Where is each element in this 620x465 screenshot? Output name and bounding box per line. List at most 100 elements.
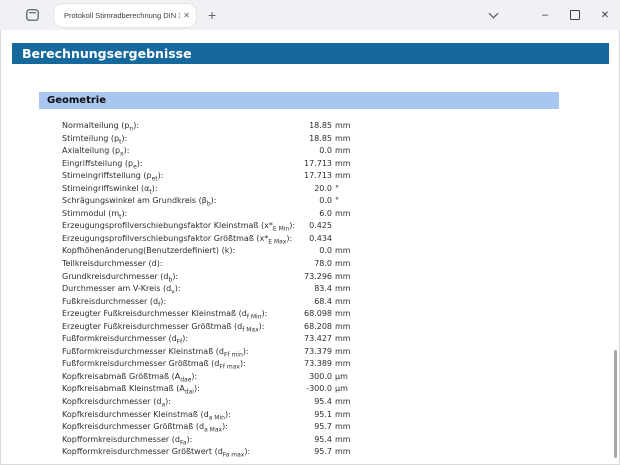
row-label: Erzeugter Fußkreisdurchmesser Größtmaß (… [62,321,302,334]
row-label-pre: Kopfkreisdurchmesser Größtmaß (d [62,422,204,431]
row-label-sub: E Min [273,226,289,233]
row-value: -300.0 [302,383,332,396]
result-row: Eingriffsteilung (pe): 17.713 mm [62,158,619,171]
row-unit: mm [332,158,351,171]
row-label: Fußformkreisdurchmesser (dFf): [62,333,302,346]
section-header-geometrie: Geometrie [39,92,559,109]
row-unit: ° [332,195,339,208]
result-row: Kopfformkreisdurchmesser (dFa): 95.4 mm [62,434,619,447]
vertical-scrollbar[interactable] [614,350,617,458]
row-label-pre: Teilkreisdurchmesser (d): [62,259,163,268]
result-row: Erzeugter Fußkreisdurchmesser Größtmaß (… [62,321,619,334]
row-label: Normalteilung (pn): [62,120,302,133]
row-unit: mm [332,133,351,146]
row-label: Kopfhöhenänderung(Benutzerdefiniert) (k)… [62,245,302,258]
row-label-sub: Ff min [224,351,243,358]
row-label-pre: Fußformkreisdurchmesser Kleinstmaß (d [62,347,224,356]
tab-actions-menu-button[interactable] [22,5,42,25]
new-tab-button[interactable]: + [208,8,216,22]
row-value: 95.1 [302,409,332,422]
row-label-sub: a Max [204,427,222,434]
row-label: Erzeugungsprofilverschiebungsfaktor Größ… [62,233,302,246]
row-value: 0.425 [302,220,332,233]
row-unit: mm [332,120,351,133]
row-label-post: ): [172,272,178,281]
row-label: Kopfformkreisdurchmesser (dFa): [62,434,302,447]
row-value: 83.4 [302,283,332,296]
row-label: Stirnteilung (pt): [62,133,302,146]
row-label-pre: Erzeugungsprofilverschiebungsfaktor Klei… [62,221,273,230]
row-label-sub: dae [180,377,191,384]
row-label-pre: Normalteilung (p [62,121,129,130]
row-label: Stirnmodul (mt): [62,208,302,221]
row-value: 95.4 [302,396,332,409]
row-label: Fußkreisdurchmesser (df): [62,296,302,309]
row-unit: mm [332,145,351,158]
maximize-button[interactable] [560,0,590,30]
result-row: Stirnmodul (mt): 6.0 mm [62,208,619,221]
row-label-sub: Fa [180,439,187,446]
row-value: 0.434 [302,233,332,246]
window-menu-button[interactable] [478,0,508,30]
row-unit: µm [332,371,348,384]
row-label-pre: Fußkreisdurchmesser (d [62,297,158,306]
row-label-pre: Fußformkreisdurchmesser Größtmaß (d [62,359,219,368]
tab-actions-icon [26,9,39,21]
row-value: 300.0 [302,371,332,384]
tab-close-icon[interactable]: ✕ [183,11,190,20]
row-label-sub: a Min [209,414,225,421]
row-label-pre: Kopfkreisdurchmesser (d [62,397,161,406]
row-label: Erzeugter Fußkreisdurchmesser Kleinstmaß… [62,308,302,321]
result-row: Fußformkreisdurchmesser Kleinstmaß (dFf … [62,346,619,359]
row-unit: mm [332,421,351,434]
minimize-button[interactable]: – [530,0,560,30]
close-window-button[interactable]: ✕ [590,0,620,30]
row-label-post: ): [160,297,166,306]
row-unit: mm [332,434,351,447]
row-label-sub: f Max [242,326,258,333]
result-row: Durchmesser am V-Kreis (dv): 83.4 mm [62,283,619,296]
result-row: Axialteilung (px): 0.0 mm [62,145,619,158]
result-row: Kopfkreisdurchmesser (da): 95.4 mm [62,396,619,409]
row-label-sub: Fa max [223,452,245,459]
row-value: 95.4 [302,434,332,447]
row-unit: mm [332,308,351,321]
row-label-pre: Stirneingriffsteilung (p [62,171,152,180]
row-label-post: ): [182,334,188,343]
row-label-pre: Kopfkreisdurchmesser Kleinstmaß (d [62,410,209,419]
row-value: 17.713 [302,170,332,183]
row-unit: mm [332,271,351,284]
row-label-pre: Erzeugter Fußkreisdurchmesser Größtmaß (… [62,322,242,331]
row-label-post: ): [152,184,158,193]
row-label-pre: Kopfkreisabmaß Kleinstmaß (A [62,384,185,393]
browser-tab[interactable]: Protokoll Stirnradberechnung DIN 3 ✕ [54,4,196,27]
result-row: Kopfkreisdurchmesser Kleinstmaß (da Min)… [62,409,619,422]
row-label: Grundkreisdurchmesser (db): [62,271,302,284]
row-value: 68.4 [302,296,332,309]
row-unit: mm [332,333,351,346]
row-label: Fußformkreisdurchmesser Kleinstmaß (dFf … [62,346,302,359]
row-label-pre: Kopfkreisabmaß Größtmaß (A [62,372,180,381]
row-label-post: ): [133,121,139,130]
row-unit: mm [332,245,351,258]
row-value: 68.098 [302,308,332,321]
result-row: Kopfkreisdurchmesser Größtmaß (da Max): … [62,421,619,434]
row-value: 68.208 [302,321,332,334]
row-unit: mm [332,346,351,359]
row-label-post: ): [222,422,228,431]
row-unit: µm [332,383,348,396]
row-value: 20.0 [302,183,332,196]
row-label-pre: Erzeugter Fußkreisdurchmesser Kleinstmaß… [62,309,247,318]
row-label-pre: Kopfformkreisdurchmesser (d [62,435,180,444]
row-unit: mm [332,170,351,183]
row-value: 73.379 [302,346,332,359]
row-unit: mm [332,409,351,422]
row-value: 95.7 [302,446,332,459]
row-label-sub: E Max [268,239,286,246]
row-label-post: ): [262,309,268,318]
row-label-pre: Fußformkreisdurchmesser (d [62,334,177,343]
chevron-down-icon [488,9,498,19]
row-label-pre: Stirnmodul (m [62,209,119,218]
row-label: Kopfkreisabmaß Größtmaß (Adae): [62,371,302,384]
maximize-icon [570,10,580,20]
